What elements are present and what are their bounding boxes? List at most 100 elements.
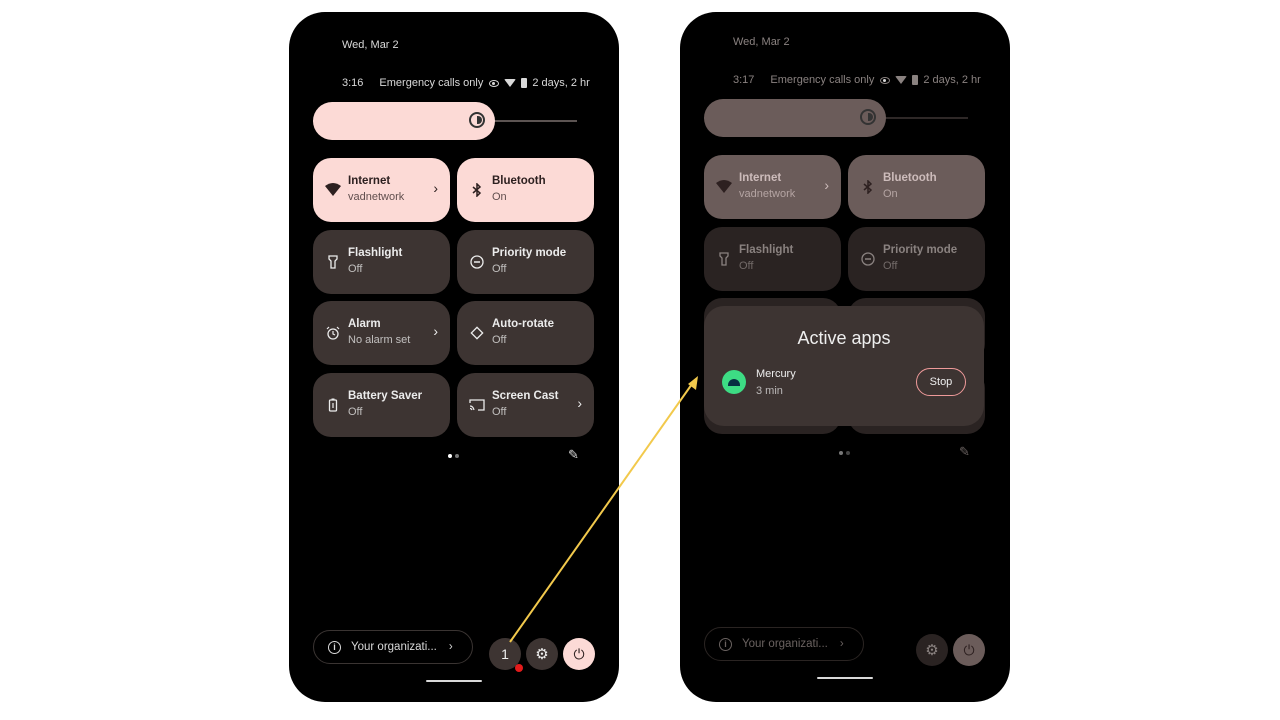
tile-sub: vadnetwork bbox=[348, 191, 405, 203]
gear-icon: ⚙ bbox=[535, 646, 549, 663]
annotation-arrow bbox=[509, 376, 698, 643]
eye-icon bbox=[489, 79, 500, 87]
tile-internet[interactable]: Internet vadnetwork › bbox=[313, 158, 450, 222]
tile-alarm[interactable]: Alarm No alarm set › bbox=[313, 301, 450, 365]
time-label: 3:16 bbox=[342, 77, 364, 89]
tile-sub: Off bbox=[492, 263, 507, 275]
active-apps-count: 1 bbox=[501, 646, 509, 662]
tile-priority-mode[interactable]: Priority mode Off bbox=[457, 230, 594, 294]
chevron-right-icon: › bbox=[839, 638, 844, 650]
settings-button[interactable]: ⚙ bbox=[526, 638, 558, 670]
info-icon: i bbox=[328, 640, 341, 654]
power-button[interactable]: ⏻ bbox=[563, 638, 595, 670]
power-icon: ⏻ bbox=[963, 641, 975, 658]
page-indicator bbox=[448, 454, 459, 458]
tile-internet[interactable]: Internet vadnetwork › bbox=[704, 155, 841, 219]
tile-label: Bluetooth bbox=[492, 175, 546, 187]
wifi-icon bbox=[716, 179, 732, 195]
tile-sub: vadnetwork bbox=[739, 188, 796, 200]
tile-bluetooth[interactable]: Bluetooth On bbox=[848, 155, 985, 219]
tile-label: Priority mode bbox=[492, 247, 567, 259]
tile-flashlight[interactable]: Flashlight Off bbox=[313, 230, 450, 294]
flashlight-icon bbox=[325, 254, 341, 270]
phone-left: Wed, Mar 2 3:16 Emergency calls only 2 d… bbox=[289, 12, 619, 702]
dialog-title: Active apps bbox=[797, 328, 891, 348]
app-runtime: 3 min bbox=[756, 385, 783, 397]
tile-sub: Off bbox=[492, 406, 507, 418]
tile-screen-cast[interactable]: Screen Cast Off › bbox=[457, 373, 594, 437]
tile-sub: Off bbox=[883, 260, 898, 272]
chevron-right-icon: › bbox=[824, 177, 829, 193]
power-button[interactable]: ⏻ bbox=[953, 634, 985, 666]
page-dot-active bbox=[448, 454, 452, 458]
active-app-row: Mercury 3 min Stop bbox=[722, 368, 966, 398]
bluetooth-icon bbox=[860, 179, 876, 195]
organization-text: Your organizati... bbox=[351, 641, 437, 653]
home-indicator[interactable] bbox=[426, 680, 482, 682]
wifi-icon bbox=[325, 182, 341, 198]
time-label: 3:17 bbox=[733, 74, 755, 86]
tile-label: Internet bbox=[348, 175, 391, 187]
info-icon: i bbox=[719, 637, 732, 651]
tile-priority-mode[interactable]: Priority mode Off bbox=[848, 227, 985, 291]
organization-text: Your organizati... bbox=[742, 638, 828, 650]
status-bar: 3:16 Emergency calls only 2 days, 2 hr bbox=[342, 77, 591, 89]
do-not-disturb-icon bbox=[469, 254, 485, 270]
active-apps-dialog: Active apps Mercury 3 min Stop bbox=[704, 306, 984, 426]
power-icon: ⏻ bbox=[573, 645, 585, 662]
chevron-right-icon: › bbox=[577, 395, 582, 411]
tile-sub: Off bbox=[492, 334, 507, 346]
organization-chip[interactable]: i Your organizati... › bbox=[313, 630, 473, 664]
edit-icon[interactable]: ✎ bbox=[959, 445, 973, 459]
settings-button[interactable]: ⚙ bbox=[916, 634, 948, 666]
active-apps-button[interactable]: 1 bbox=[489, 638, 523, 672]
phone-right: Wed, Mar 2 3:17 Emergency calls only 2 d… bbox=[680, 12, 1010, 702]
tile-sub: Off bbox=[739, 260, 754, 272]
stop-button[interactable]: Stop bbox=[916, 368, 966, 396]
brightness-slider[interactable] bbox=[313, 102, 495, 140]
app-name: Mercury bbox=[756, 368, 796, 380]
cast-icon bbox=[469, 397, 485, 413]
tile-label: Flashlight bbox=[348, 247, 403, 259]
tile-label: Priority mode bbox=[883, 244, 958, 256]
bluetooth-icon bbox=[469, 182, 485, 198]
tile-bluetooth[interactable]: Bluetooth On bbox=[457, 158, 594, 222]
battery-text: 2 days, 2 hr bbox=[532, 77, 590, 89]
alarm-icon bbox=[325, 325, 341, 341]
wifi-status-icon bbox=[504, 79, 517, 87]
edit-icon[interactable]: ✎ bbox=[568, 448, 582, 462]
page-dot bbox=[455, 454, 459, 458]
emergency-status: Emergency calls only bbox=[770, 74, 875, 86]
battery-text: 2 days, 2 hr bbox=[923, 74, 981, 86]
tile-label: Screen Cast bbox=[492, 390, 559, 402]
date-label: Wed, Mar 2 bbox=[733, 36, 790, 48]
status-bar: 3:17 Emergency calls only 2 days, 2 hr bbox=[733, 74, 982, 86]
battery-status-icon bbox=[521, 78, 528, 88]
date-label: Wed, Mar 2 bbox=[342, 39, 399, 51]
tile-label: Battery Saver bbox=[348, 390, 423, 402]
battery-icon bbox=[325, 397, 341, 413]
emergency-status: Emergency calls only bbox=[379, 77, 484, 89]
tile-sub: Off bbox=[348, 406, 363, 418]
do-not-disturb-icon bbox=[860, 251, 876, 267]
chevron-right-icon: › bbox=[448, 641, 453, 653]
android-app-icon bbox=[722, 370, 746, 394]
battery-status-icon bbox=[912, 75, 919, 85]
tile-battery-saver[interactable]: Battery Saver Off bbox=[313, 373, 450, 437]
tile-sub: Off bbox=[348, 263, 363, 275]
tile-flashlight[interactable]: Flashlight Off bbox=[704, 227, 841, 291]
home-indicator[interactable] bbox=[817, 677, 873, 679]
tile-auto-rotate[interactable]: Auto-rotate Off bbox=[457, 301, 594, 365]
wifi-status-icon bbox=[895, 76, 908, 84]
brightness-slider[interactable] bbox=[704, 99, 886, 137]
chevron-right-icon: › bbox=[433, 180, 438, 196]
page-indicator bbox=[839, 451, 850, 455]
tile-sub: On bbox=[883, 188, 898, 200]
organization-chip[interactable]: i Your organizati... › bbox=[704, 627, 864, 661]
tile-label: Flashlight bbox=[739, 244, 794, 256]
gear-icon: ⚙ bbox=[925, 642, 939, 659]
tile-sub: On bbox=[492, 191, 507, 203]
page-dot bbox=[846, 451, 850, 455]
tile-label: Alarm bbox=[348, 318, 381, 330]
brightness-icon bbox=[860, 109, 876, 125]
